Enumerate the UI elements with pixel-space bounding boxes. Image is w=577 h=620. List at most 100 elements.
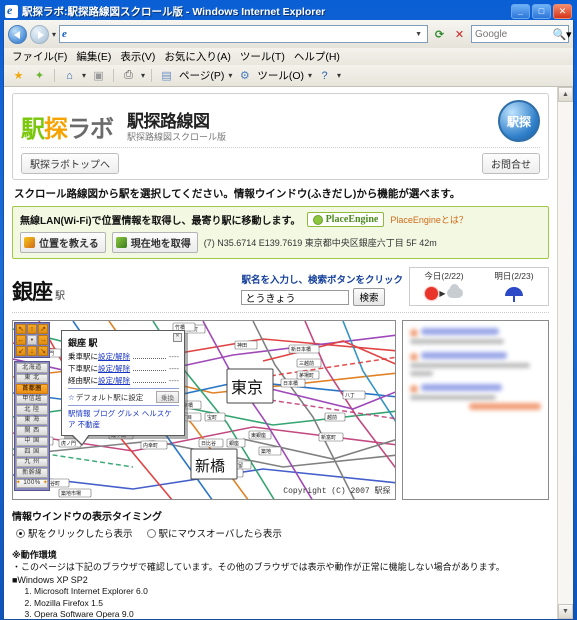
menu-tools[interactable]: ツール(T) <box>240 49 285 64</box>
tools-menu-icon[interactable]: ⚙ <box>236 67 253 84</box>
menu-help[interactable]: ヘルプ(H) <box>294 49 340 64</box>
stop-icon[interactable]: ✕ <box>451 26 468 43</box>
link-realestate[interactable]: 不動産 <box>78 420 101 429</box>
zoom-out-icon[interactable]: ✦ <box>16 480 22 486</box>
region-button-hokuriku[interactable]: 北 陸 <box>16 405 48 415</box>
region-button-koshinetsu[interactable]: 甲信越 <box>16 394 48 404</box>
toolbar-separator <box>113 69 115 82</box>
close-icon[interactable]: ✕ <box>173 333 182 342</box>
menu-view[interactable]: 表示(V) <box>120 49 155 64</box>
search-provider-dropdown-icon[interactable]: ▾ <box>566 28 572 41</box>
station-search-input[interactable] <box>241 289 350 305</box>
region-button-tohoku[interactable]: 東 北 <box>16 373 48 383</box>
site-logo[interactable]: 駅探ラボ <box>21 116 114 143</box>
maximize-button[interactable]: □ <box>532 4 551 19</box>
region-button-tokai[interactable]: 東 海 <box>16 415 48 425</box>
help-dropdown-icon[interactable]: ▾ <box>337 71 341 80</box>
map-direction-pad[interactable]: ↖ ↑ ↗ ← • → ↙ ↓ ↘ <box>14 322 50 358</box>
print-icon[interactable]: ⎙ <box>120 67 137 84</box>
tools-menu-label[interactable]: ツール(O) <box>257 68 304 83</box>
address-bar[interactable]: e ▼ <box>59 25 428 43</box>
station-search-row: 銀座駅 駅名を入力し、検索ボタンをクリック 検索 今日(2/22) <box>12 267 549 313</box>
forward-button[interactable] <box>30 24 49 44</box>
scrollbar-track[interactable] <box>558 102 573 604</box>
station-search-button[interactable]: 検索 <box>353 288 385 306</box>
page-menu-icon[interactable]: ▤ <box>158 67 175 84</box>
star-icon[interactable]: ☆ <box>68 393 75 402</box>
pan-southwest-button[interactable]: ↙ <box>16 346 26 356</box>
timing-option-click[interactable]: 駅をクリックしたら表示 <box>16 526 133 540</box>
ad-item[interactable] <box>409 327 541 344</box>
region-button-kyushu[interactable]: 九 州 <box>16 457 48 467</box>
get-location-button[interactable]: 現在地を取得 <box>111 232 198 253</box>
ad-item[interactable] <box>409 383 541 410</box>
link-station-info[interactable]: 駅情報 <box>68 409 91 418</box>
menu-edit[interactable]: 編集(E) <box>76 49 111 64</box>
refresh-icon[interactable]: ⟳ <box>431 26 448 43</box>
alighting-set-link[interactable]: 設定/解除 <box>98 364 130 373</box>
scroll-down-button[interactable]: ▼ <box>558 604 573 619</box>
radio-hover-icon[interactable] <box>146 528 156 538</box>
address-dropdown-icon[interactable]: ▼ <box>412 31 425 38</box>
pan-south-button[interactable]: ↓ <box>27 346 37 356</box>
search-icon[interactable]: 🔍 <box>553 26 567 43</box>
minimize-button[interactable]: _ <box>511 4 530 19</box>
pan-west-button[interactable]: ← <box>16 335 26 345</box>
address-input[interactable] <box>69 27 413 41</box>
browser-search-box[interactable]: 🔍 ▾ <box>471 25 572 43</box>
transfer-button[interactable]: 乗換 <box>156 391 179 403</box>
via-set-link[interactable]: 設定/解除 <box>98 376 130 385</box>
tools-menu-dropdown-icon[interactable]: ▾ <box>308 71 312 80</box>
pan-northeast-button[interactable]: ↗ <box>38 324 48 334</box>
link-gourmet[interactable]: グルメ <box>117 409 140 418</box>
ad-item[interactable] <box>409 351 541 376</box>
favorites-star-icon[interactable]: ★ <box>10 67 27 84</box>
boarding-set-link[interactable]: 設定/解除 <box>98 352 130 361</box>
zoom-in-icon[interactable]: ✦ <box>43 480 49 486</box>
popup-timing-options: 駅をクリックしたら表示 駅にマウスオーバしたら表示 <box>12 526 549 540</box>
page-menu-label[interactable]: ページ(P) <box>179 68 224 83</box>
logo-part-2: 探 <box>44 116 68 143</box>
default-station-link[interactable]: デフォルト駅に設定 <box>76 392 144 403</box>
scroll-up-button[interactable]: ▲ <box>558 87 573 102</box>
region-button-shikoku[interactable]: 四 国 <box>16 447 48 457</box>
placeengine-logo: PlaceEngine <box>306 212 385 227</box>
browser-search-input[interactable] <box>472 27 553 41</box>
top-link-button[interactable]: 駅探ラボトップへ <box>21 153 119 174</box>
side-ad-panel[interactable] <box>401 320 549 500</box>
popup-row-alighting: 下車駅に設定/解除 ---- <box>68 363 179 374</box>
pan-center-button[interactable]: • <box>27 335 37 345</box>
pan-southeast-button[interactable]: ↘ <box>38 346 48 356</box>
menu-favorites[interactable]: お気に入り(A) <box>164 49 231 64</box>
radio-click-icon[interactable] <box>16 528 25 538</box>
navigation-bar: ▾ e ▼ ⟳ ✕ 🔍 ▾ <box>4 20 573 48</box>
history-dropdown-icon[interactable]: ▾ <box>52 30 56 39</box>
region-button-shinkansen[interactable]: 新幹線 <box>16 468 48 478</box>
menu-bar: ファイル(F) 編集(E) 表示(V) お気に入り(A) ツール(T) ヘルプ(… <box>4 48 573 65</box>
region-button-chugoku[interactable]: 中 国 <box>16 436 48 446</box>
link-blog[interactable]: ブログ <box>93 409 116 418</box>
timing-option-hover[interactable]: 駅にマウスオーバしたら表示 <box>146 526 282 540</box>
site-root: 駅探ラボ 駅探路線図 駅探路線図スクロール版 駅探 駅探ラボトップへ お問合せ … <box>4 87 557 619</box>
close-button[interactable]: ✕ <box>553 4 572 19</box>
region-button-kansai[interactable]: 関 西 <box>16 426 48 436</box>
vertical-scrollbar[interactable]: ▲ ▼ <box>557 87 573 619</box>
placeengine-help-link[interactable]: PlaceEngineとは？ <box>390 213 468 226</box>
menu-file[interactable]: ファイル(F) <box>12 49 67 64</box>
add-favorite-icon[interactable]: ✦ <box>31 67 48 84</box>
help-menu-icon[interactable]: ? <box>316 67 333 84</box>
pan-east-button[interactable]: → <box>38 335 48 345</box>
route-map[interactable]: 半蔵門 永田町 九段 溜池山王 虎ノ門 汐 神谷町 霞ヶ関 内幸町 日比谷 <box>12 320 396 500</box>
home-icon[interactable]: ⌂ <box>61 67 78 84</box>
pan-northwest-button[interactable]: ↖ <box>16 324 26 334</box>
teach-location-button[interactable]: 位置を教える <box>20 232 106 253</box>
print-dropdown-icon[interactable]: ▾ <box>141 71 145 80</box>
region-button-shutoken[interactable]: 首都圏 <box>16 384 48 394</box>
contact-link-button[interactable]: お問合せ <box>482 153 540 174</box>
pan-north-button[interactable]: ↑ <box>27 324 37 334</box>
home-dropdown-icon[interactable]: ▾ <box>82 71 86 80</box>
back-button[interactable] <box>8 24 27 44</box>
page-menu-dropdown-icon[interactable]: ▾ <box>228 71 232 80</box>
map-zoom-control[interactable]: ✦ 100% ✦ <box>16 478 49 488</box>
region-button-hokkaido[interactable]: 北海道 <box>16 363 48 373</box>
